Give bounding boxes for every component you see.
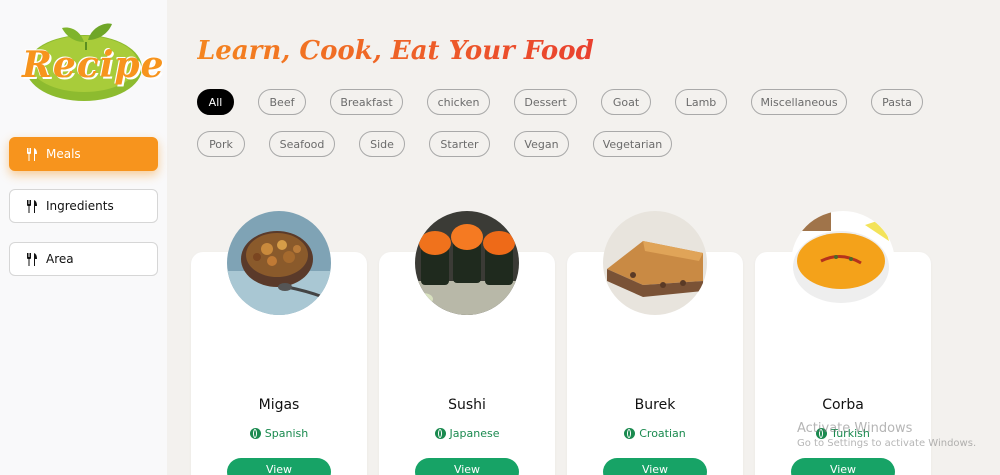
sushi-image[interactable] <box>415 211 519 315</box>
category-chip-chicken[interactable]: chicken <box>427 89 490 115</box>
meal-area-label: Spanish <box>264 427 309 440</box>
category-chip-goat[interactable]: Goat <box>601 89 651 115</box>
meal-area-migas: Spanish <box>191 427 367 440</box>
category-chip-pork[interactable]: Pork <box>197 131 245 157</box>
meal-area-label: Croatian <box>639 427 686 440</box>
meal-area-burek: Croatian <box>567 427 743 440</box>
category-chip-side[interactable]: Side <box>359 131 405 157</box>
nav-meals-button[interactable]: Meals <box>9 137 158 171</box>
view-button-sushi[interactable]: View <box>415 458 519 475</box>
watermark-subtitle: Go to Settings to activate Windows. <box>797 438 977 449</box>
meal-name-corba: Corba <box>822 397 864 413</box>
meal-name-migas: Migas <box>258 397 300 413</box>
category-chip-starter[interactable]: Starter <box>429 131 490 157</box>
globe-icon <box>624 428 636 439</box>
nav-area-button[interactable]: Area <box>9 242 158 276</box>
migas-image[interactable] <box>227 211 331 315</box>
burek-image[interactable] <box>603 211 707 315</box>
view-button-corba[interactable]: View <box>791 458 895 475</box>
category-chip-breakfast[interactable]: Breakfast <box>330 89 403 115</box>
nav-meals-label: Meals <box>46 147 81 161</box>
fork-knife-icon <box>27 147 37 161</box>
meal-area-label: Japanese <box>449 427 500 440</box>
globe-icon <box>249 428 261 439</box>
category-chip-beef[interactable]: Beef <box>258 89 306 115</box>
category-chip-miscellaneous[interactable]: Miscellaneous <box>751 89 847 115</box>
meal-name-sushi: Sushi <box>448 397 486 413</box>
recipe-logo[interactable]: Recipe <box>22 18 165 104</box>
category-chip-vegan[interactable]: Vegan <box>514 131 569 157</box>
view-button-migas[interactable]: View <box>227 458 331 475</box>
globe-icon <box>434 428 446 439</box>
sidebar: Recipe Meals Ingredients Area <box>0 0 167 475</box>
category-chip-pasta[interactable]: Pasta <box>871 89 923 115</box>
meal-area-sushi: Japanese <box>379 427 555 440</box>
nav-ingredients-label: Ingredients <box>46 199 114 213</box>
nav-ingredients-button[interactable]: Ingredients <box>9 189 158 223</box>
category-chip-lamb[interactable]: Lamb <box>675 89 727 115</box>
fork-knife-icon <box>27 199 37 213</box>
category-chip-seafood[interactable]: Seafood <box>269 131 335 157</box>
meal-name-burek: Burek <box>634 397 676 413</box>
category-chip-dessert[interactable]: Dessert <box>514 89 577 115</box>
page-title: Learn, Cook, Eat Your Food <box>197 36 594 66</box>
logo-text: Recipe <box>22 44 165 86</box>
category-chip-all[interactable]: All <box>197 89 234 115</box>
fork-knife-icon <box>27 252 37 266</box>
category-chip-vegetarian[interactable]: Vegetarian <box>593 131 672 157</box>
nav-area-label: Area <box>46 252 74 266</box>
activation-watermark: Activate Windows Go to Settings to activ… <box>797 421 976 449</box>
view-button-burek[interactable]: View <box>603 458 707 475</box>
corba-image[interactable] <box>791 211 895 315</box>
watermark-title: Activate Windows <box>797 421 913 436</box>
